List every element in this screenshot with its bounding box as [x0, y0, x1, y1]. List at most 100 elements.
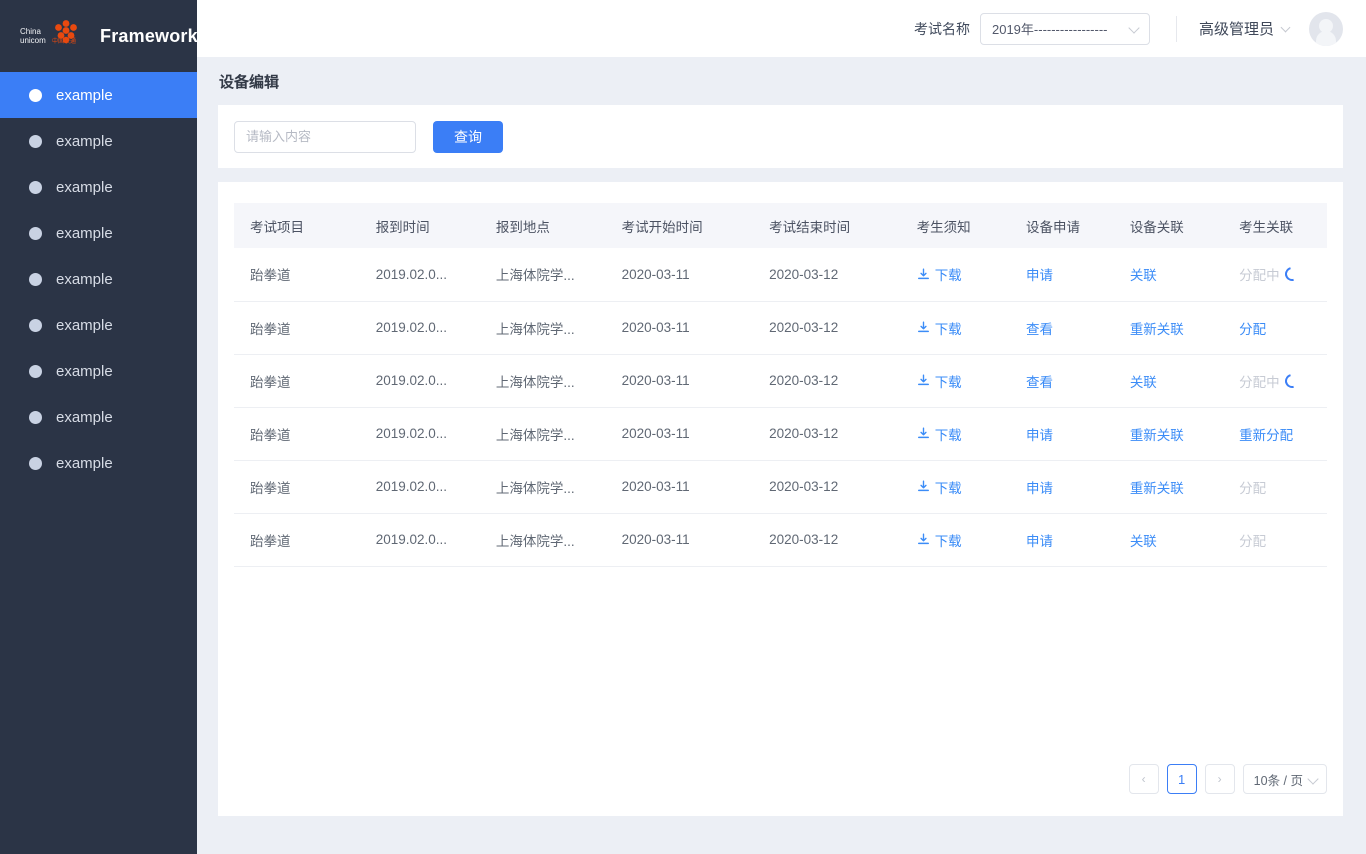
device-link-link[interactable]: 重新关联	[1130, 322, 1184, 337]
download-link[interactable]: 下载	[917, 371, 1010, 391]
cell-exam-item: 跆拳道	[234, 460, 360, 514]
avatar[interactable]	[1309, 11, 1343, 46]
cell-device-link: 关联	[1113, 354, 1224, 408]
sidebar-item-label: example	[56, 178, 113, 196]
cell-student-link: 分配	[1223, 301, 1327, 355]
device-apply-link[interactable]: 查看	[1026, 375, 1053, 390]
download-icon	[917, 427, 929, 439]
device-link-link[interactable]: 关联	[1130, 268, 1157, 283]
student-link-link[interactable]: 分配	[1239, 322, 1266, 337]
col-device-link: 设备关联	[1113, 203, 1224, 248]
exam-name-label: 考试名称	[913, 20, 970, 37]
download-link[interactable]: 下载	[917, 424, 1010, 444]
student-link-label: 分配	[1239, 533, 1267, 549]
cell-student-link: 分配中	[1223, 248, 1327, 302]
download-icon	[917, 268, 929, 279]
content-area: 查询 考试项目 报到时间 报到地点 考试开始时间	[197, 105, 1366, 854]
cell-start-time: 2020-03-11	[605, 354, 754, 408]
cell-report-place: 上海体院学...	[479, 407, 606, 461]
cell-device-apply: 申请	[1009, 407, 1114, 461]
download-label: 下载	[934, 268, 962, 284]
download-icon	[917, 533, 929, 545]
sidebar-item-8[interactable]: example	[0, 394, 197, 440]
bullet-icon	[29, 364, 42, 378]
cell-student-link: 分配	[1223, 460, 1327, 514]
sidebar-item-label: example	[56, 408, 113, 426]
cell-student-link: 分配	[1223, 513, 1327, 567]
table-row: 跆拳道 2019.02.0... 上海体院学... 2020-03-11 202…	[234, 248, 1327, 302]
cell-student-notice: 下载	[900, 248, 1010, 302]
sidebar-item-5[interactable]: example	[0, 256, 197, 302]
col-end-time: 考试结束时间	[753, 203, 901, 248]
cell-student-notice: 下载	[900, 354, 1010, 408]
bullet-icon	[29, 88, 42, 102]
cell-report-place: 上海体院学...	[479, 354, 606, 408]
pagination-prev-button[interactable]: ‹	[1128, 764, 1159, 794]
sidebar-item-3[interactable]: example	[0, 164, 197, 210]
student-link-label: 分配中	[1239, 374, 1280, 390]
device-apply-link[interactable]: 查看	[1026, 322, 1053, 337]
china-unicom-logo-icon: China unicom 中国联通	[18, 18, 90, 54]
app-title: Framework	[100, 25, 198, 46]
search-button[interactable]: 查询	[433, 120, 503, 153]
device-apply-link[interactable]: 申请	[1026, 268, 1053, 283]
cell-exam-item: 跆拳道	[234, 407, 360, 461]
pagination-next-button[interactable]: ›	[1204, 764, 1235, 794]
table-row: 跆拳道 2019.02.0... 上海体院学... 2020-03-11 202…	[234, 460, 1327, 514]
exam-name-select[interactable]: 2019年-----------------	[979, 12, 1150, 45]
sidebar-item-2[interactable]: example	[0, 118, 197, 164]
chevron-right-icon: ›	[1217, 772, 1222, 786]
cell-exam-item: 跆拳道	[234, 354, 360, 408]
page-size-select[interactable]: 10条 / 页	[1242, 764, 1327, 794]
device-link-link[interactable]: 关联	[1130, 375, 1157, 390]
table-header-row: 考试项目 报到时间 报到地点 考试开始时间 考试结束时间 考生须知 设备申请 设…	[234, 203, 1327, 248]
col-report-time: 报到时间	[359, 203, 480, 248]
cell-student-link: 分配中	[1223, 354, 1327, 408]
page-size-label: 10条 / 页	[1253, 773, 1303, 788]
sidebar-item-6[interactable]: example	[0, 302, 197, 348]
cell-exam-item: 跆拳道	[234, 513, 360, 567]
student-link-status: 分配中	[1239, 264, 1327, 284]
download-link[interactable]: 下载	[917, 318, 1010, 338]
col-exam-item: 考试项目	[234, 203, 360, 248]
svg-text:China: China	[20, 27, 41, 36]
page-title-bar: 设备编辑	[197, 57, 1366, 105]
download-label: 下载	[934, 374, 962, 390]
device-link-link[interactable]: 关联	[1130, 534, 1157, 549]
download-link[interactable]: 下载	[917, 477, 1010, 497]
user-menu[interactable]: 高级管理员	[1199, 11, 1343, 46]
chevron-left-icon: ‹	[1141, 772, 1146, 786]
bullet-icon	[29, 134, 42, 148]
cell-device-apply: 申请	[1009, 513, 1114, 567]
download-label: 下载	[934, 533, 962, 549]
pagination: ‹ 1 › 10条 / 页	[1128, 764, 1327, 794]
download-link[interactable]: 下载	[917, 530, 1010, 550]
cell-report-time: 2019.02.0...	[359, 460, 480, 514]
download-link[interactable]: 下载	[917, 264, 1010, 284]
search-input[interactable]	[234, 120, 416, 153]
pagination-page-1[interactable]: 1	[1166, 764, 1197, 794]
cell-report-place: 上海体院学...	[479, 513, 606, 567]
table-row: 跆拳道 2019.02.0... 上海体院学... 2020-03-11 202…	[234, 354, 1327, 408]
bullet-icon	[29, 226, 42, 240]
sidebar-item-4[interactable]: example	[0, 210, 197, 256]
bullet-icon	[29, 318, 42, 332]
sidebar-item-9[interactable]: example	[0, 440, 197, 486]
device-apply-link[interactable]: 申请	[1026, 428, 1053, 443]
sidebar-item-1[interactable]: example	[0, 72, 197, 118]
cell-device-link: 关联	[1113, 513, 1224, 567]
device-apply-link[interactable]: 申请	[1026, 481, 1053, 496]
chevron-down-icon	[1308, 774, 1319, 785]
svg-text:中国联通: 中国联通	[52, 37, 76, 45]
cell-exam-item: 跆拳道	[234, 301, 360, 355]
cell-device-link: 重新关联	[1113, 301, 1224, 355]
student-link-link[interactable]: 重新分配	[1239, 428, 1293, 443]
logo-area[interactable]: China unicom 中国联通 Framework	[0, 0, 198, 72]
cell-start-time: 2020-03-11	[605, 407, 754, 461]
sidebar-item-7[interactable]: example	[0, 348, 197, 394]
device-apply-link[interactable]: 申请	[1026, 534, 1053, 549]
device-link-link[interactable]: 重新关联	[1130, 481, 1184, 496]
cell-end-time: 2020-03-12	[753, 460, 901, 514]
device-link-link[interactable]: 重新关联	[1130, 428, 1184, 443]
col-start-time: 考试开始时间	[605, 203, 754, 248]
